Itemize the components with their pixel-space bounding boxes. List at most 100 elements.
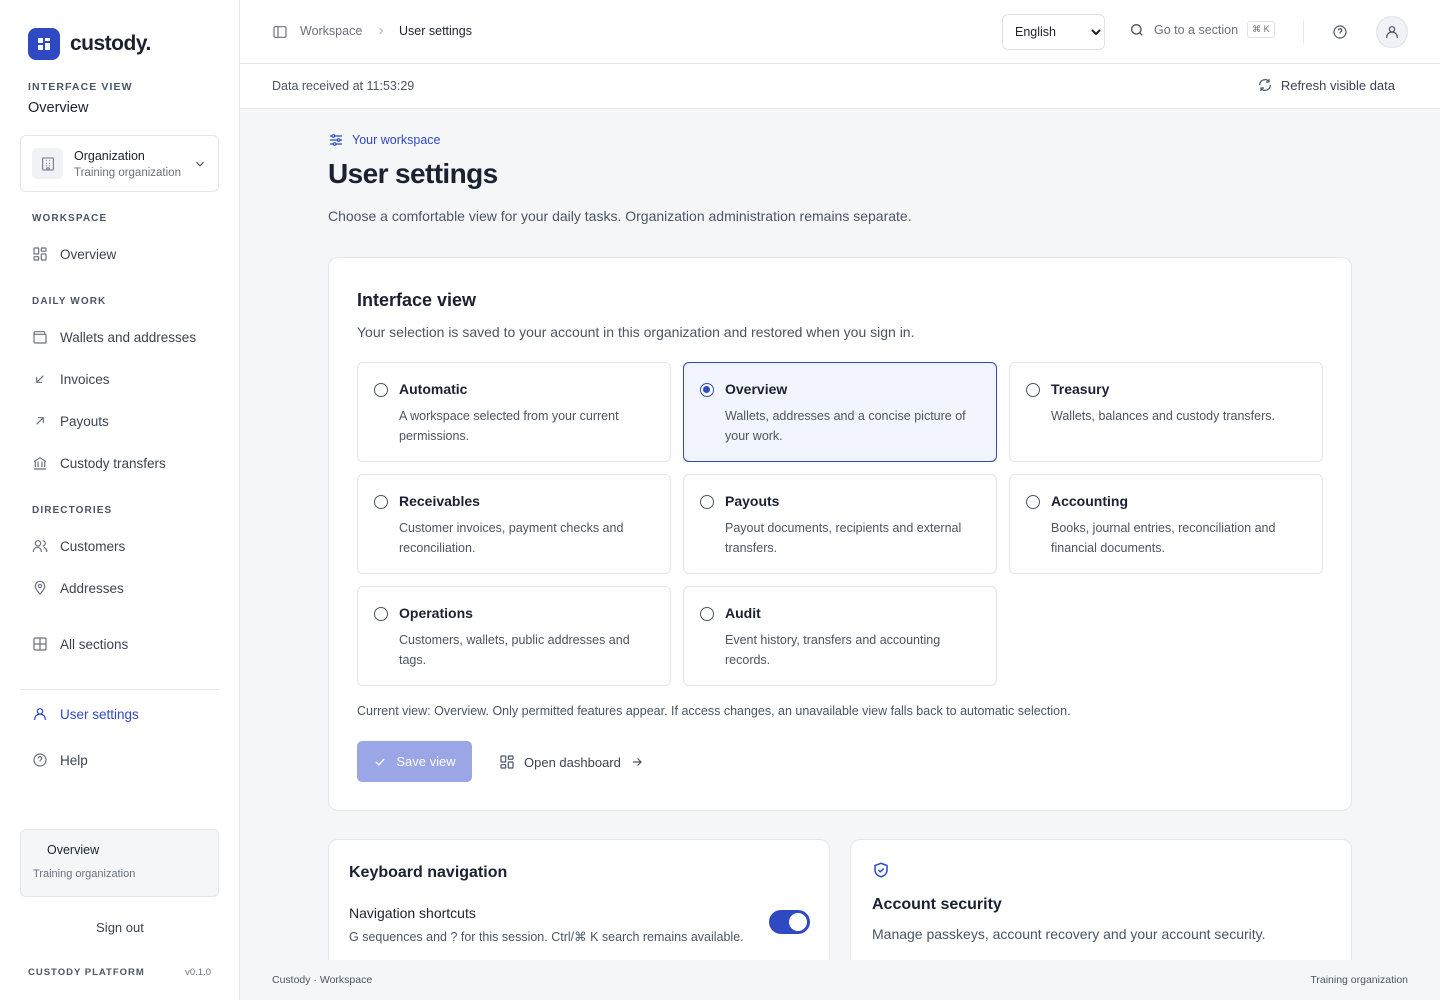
sidebar-item-overview[interactable]: Overview xyxy=(32,243,116,265)
section-search[interactable]: Go to a section ⌘ K xyxy=(1129,21,1275,38)
building-icon xyxy=(32,148,63,179)
interface-view-description: Your selection is saved to your account … xyxy=(357,324,915,340)
sidebar-item-invoices[interactable]: Invoices xyxy=(32,368,110,390)
page-title: User settings xyxy=(328,158,498,189)
logo[interactable]: custody. xyxy=(28,28,151,60)
view-option-payouts[interactable]: Payouts Payout documents, recipients and… xyxy=(683,474,997,574)
sidebar-item-customers[interactable]: Customers xyxy=(32,535,125,557)
data-status-bar: Data received at 11:53:29 Refresh visibl… xyxy=(240,64,1440,109)
option-description: Customer invoices, payment checks and re… xyxy=(399,521,624,555)
option-description: A workspace selected from your current p… xyxy=(399,409,619,443)
table-grid-icon xyxy=(32,636,48,652)
interface-view-value: Overview xyxy=(28,100,89,116)
sidebar-item-addresses[interactable]: Addresses xyxy=(32,577,124,599)
view-option-automatic[interactable]: Automatic A workspace selected from your… xyxy=(357,362,671,462)
radio-button[interactable] xyxy=(374,495,388,509)
sidebar-item-label: Customers xyxy=(60,538,126,554)
bank-icon xyxy=(32,455,48,471)
radio-button[interactable] xyxy=(374,383,388,397)
view-option-overview[interactable]: Overview Wallets, addresses and a concis… xyxy=(683,362,997,462)
search-icon xyxy=(1129,22,1145,38)
sidebar-toggle-icon[interactable] xyxy=(272,24,288,40)
option-description: Books, journal entries, reconciliation a… xyxy=(1051,521,1276,555)
sidebar-item-label: Wallets and addresses xyxy=(60,329,197,345)
radio-button[interactable] xyxy=(374,607,388,621)
platform-label: CUSTODY PLATFORM xyxy=(28,967,145,978)
keyboard-navigation-card: Keyboard navigation Navigation shortcuts… xyxy=(328,839,830,979)
arrow-right-icon xyxy=(630,755,644,769)
interface-view-label: INTERFACE VIEW xyxy=(28,81,133,93)
help-circle-icon xyxy=(32,752,48,768)
refresh-button[interactable]: Refresh visible data xyxy=(1257,77,1395,93)
sidebar-item-all-sections[interactable]: All sections xyxy=(32,633,128,655)
refresh-icon xyxy=(1257,77,1273,93)
option-title: Receivables xyxy=(399,493,480,509)
sidebar-item-label: Overview xyxy=(60,246,117,262)
shortcuts-toggle[interactable] xyxy=(769,910,810,934)
radio-button[interactable] xyxy=(700,495,714,509)
top-bar: Workspace User settings English Go to a … xyxy=(240,0,1440,64)
option-title: Operations xyxy=(399,605,473,621)
keyboard-title: Keyboard navigation xyxy=(349,864,508,881)
radio-button[interactable] xyxy=(1026,495,1040,509)
arrow-up-right-icon xyxy=(32,413,48,429)
context-view: Overview xyxy=(47,843,100,857)
sidebar-item-label: Addresses xyxy=(60,580,124,596)
shortcuts-description: G sequences and ? for this session. Ctrl… xyxy=(349,930,744,944)
avatar[interactable] xyxy=(1376,16,1408,48)
radio-button[interactable] xyxy=(700,607,714,621)
radio-button[interactable] xyxy=(700,383,714,397)
chevron-right-icon xyxy=(375,25,387,37)
view-option-audit[interactable]: Audit Event history, transfers and accou… xyxy=(683,586,997,686)
sidebar-item-payouts[interactable]: Payouts xyxy=(32,410,109,432)
nav-section-workspace: WORKSPACE xyxy=(32,213,108,224)
view-option-operations[interactable]: Operations Customers, wallets, public ad… xyxy=(357,586,671,686)
option-title: Treasury xyxy=(1051,381,1110,397)
sidebar-item-user-settings[interactable]: User settings xyxy=(32,703,139,725)
arrow-down-left-icon xyxy=(32,371,48,387)
sidebar: custody. INTERFACE VIEW Overview Organiz… xyxy=(0,0,240,1000)
option-title: Accounting xyxy=(1051,493,1128,509)
footer: Custody · Workspace Training organizatio… xyxy=(240,960,1440,1000)
interface-view-title: Interface view xyxy=(357,290,477,310)
footer-organization: Training organization xyxy=(1310,974,1408,986)
dashboard-icon xyxy=(499,754,515,770)
view-option-accounting[interactable]: Accounting Books, journal entries, recon… xyxy=(1009,474,1323,574)
grid-icon xyxy=(32,246,48,262)
sidebar-item-help[interactable]: Help xyxy=(32,749,88,771)
shield-check-icon xyxy=(872,861,890,879)
page-eyebrow: Your workspace xyxy=(328,132,440,148)
eyebrow-label: Your workspace xyxy=(352,133,441,147)
user-avatar-icon xyxy=(1386,26,1398,38)
sidebar-item-label: Custody transfers xyxy=(60,455,166,471)
wallet-icon xyxy=(32,329,48,345)
option-description: Wallets, balances and custody transfers. xyxy=(1051,409,1275,423)
chevron-down-icon xyxy=(193,157,207,171)
sidebar-item-custody-transfers[interactable]: Custody transfers xyxy=(32,452,166,474)
users-icon xyxy=(32,538,48,554)
option-title: Overview xyxy=(725,381,788,397)
option-title: Automatic xyxy=(399,381,468,397)
organization-switcher[interactable]: Organization Training organization xyxy=(20,135,219,192)
view-option-receivables[interactable]: Receivables Customer invoices, payment c… xyxy=(357,474,671,574)
language-select[interactable]: English xyxy=(1002,14,1105,50)
check-icon xyxy=(373,755,387,769)
sidebar-item-label: All sections xyxy=(60,636,129,652)
help-icon[interactable] xyxy=(1332,24,1348,40)
sliders-icon xyxy=(328,132,344,148)
sidebar-item-label: Invoices xyxy=(60,371,110,387)
open-dashboard-label: Open dashboard xyxy=(524,754,621,770)
breadcrumb-workspace[interactable]: Workspace xyxy=(300,24,362,38)
sidebar-item-label: User settings xyxy=(60,706,139,722)
topbar-divider xyxy=(1303,21,1304,43)
view-option-treasury[interactable]: Treasury Wallets, balances and custody t… xyxy=(1009,362,1323,462)
security-description: Manage passkeys, account recovery and yo… xyxy=(872,926,1266,942)
sign-out-button[interactable]: Sign out xyxy=(0,920,240,935)
open-dashboard-link[interactable]: Open dashboard xyxy=(499,754,644,770)
save-view-label: Save view xyxy=(396,754,456,769)
sidebar-item-wallets[interactable]: Wallets and addresses xyxy=(32,326,196,348)
interface-view-card: Interface view Your selection is saved t… xyxy=(328,257,1352,811)
radio-button[interactable] xyxy=(1026,383,1040,397)
current-view-note: Current view: Overview. Only permitted f… xyxy=(357,704,1071,718)
save-view-button[interactable]: Save view xyxy=(357,741,472,782)
